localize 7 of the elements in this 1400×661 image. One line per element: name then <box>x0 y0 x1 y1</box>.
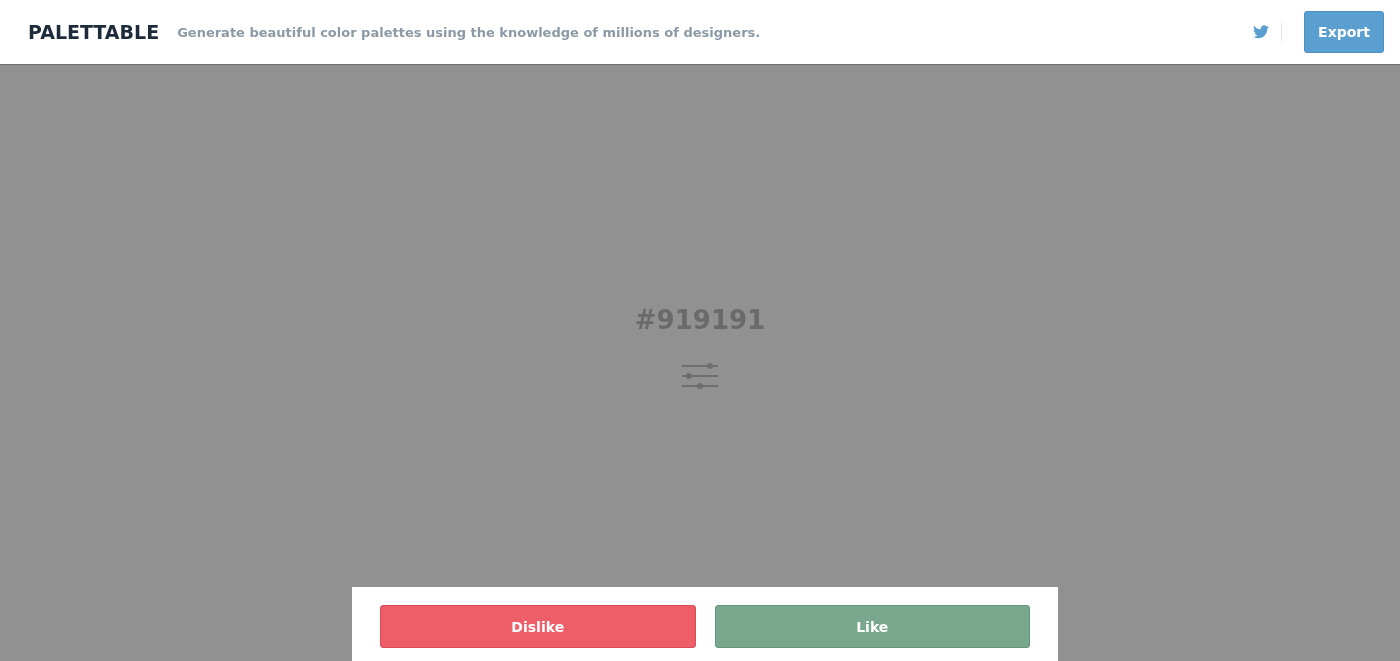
sliders-icon[interactable] <box>681 363 719 389</box>
dislike-button[interactable]: Dislike <box>380 605 696 648</box>
export-button[interactable]: Export <box>1304 11 1384 53</box>
tagline: Generate beautiful color palettes using the knowledge of millions of designers. <box>177 24 761 40</box>
logo: PALETTABLE <box>28 21 160 43</box>
bird-icon[interactable] <box>1253 25 1269 39</box>
like-button[interactable]: Like <box>714 605 1030 648</box>
